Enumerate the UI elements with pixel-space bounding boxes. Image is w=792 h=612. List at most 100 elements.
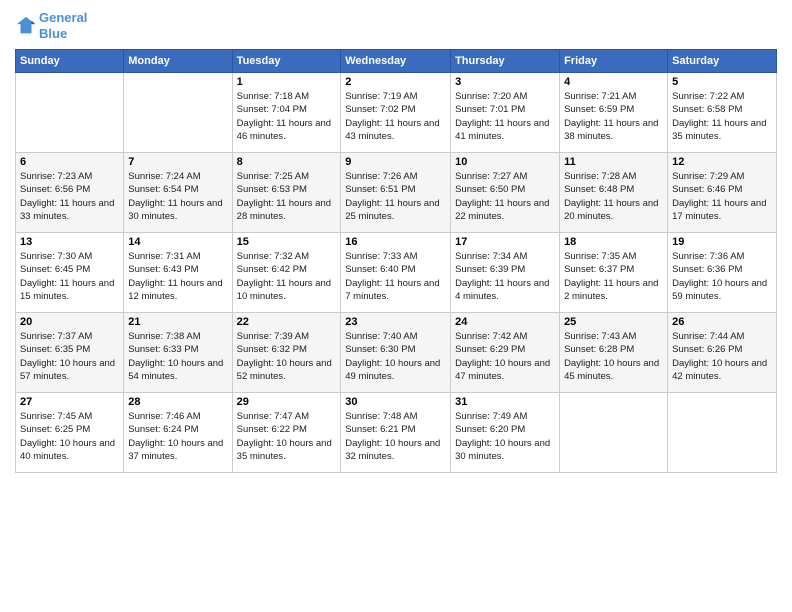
day-number: 2 [345,76,446,88]
day-number: 10 [455,156,555,168]
day-number: 25 [564,316,663,328]
day-number: 17 [455,236,555,248]
calendar-cell: 5 Sunrise: 7:22 AM Sunset: 6:58 PM Daylig… [668,73,777,153]
day-number: 5 [672,76,772,88]
calendar-cell: 11 Sunrise: 7:28 AM Sunset: 6:48 PM Dayli… [560,153,668,233]
day-number: 29 [237,396,337,408]
weekday-header: Friday [560,50,668,73]
calendar-cell: 27 Sunrise: 7:45 AM Sunset: 6:25 PM Dayli… [16,393,124,473]
day-info: Sunrise: 7:34 AM Sunset: 6:39 PM Dayligh… [455,250,555,303]
day-info: Sunrise: 7:40 AM Sunset: 6:30 PM Dayligh… [345,330,446,383]
day-number: 9 [345,156,446,168]
day-info: Sunrise: 7:44 AM Sunset: 6:26 PM Dayligh… [672,330,772,383]
day-number: 28 [128,396,227,408]
day-info: Sunrise: 7:28 AM Sunset: 6:48 PM Dayligh… [564,170,663,223]
calendar-cell [560,393,668,473]
day-info: Sunrise: 7:45 AM Sunset: 6:25 PM Dayligh… [20,410,119,463]
calendar-week-row: 20 Sunrise: 7:37 AM Sunset: 6:35 PM Dayli… [16,313,777,393]
day-info: Sunrise: 7:23 AM Sunset: 6:56 PM Dayligh… [20,170,119,223]
day-number: 20 [20,316,119,328]
calendar-cell [16,73,124,153]
calendar-cell: 6 Sunrise: 7:23 AM Sunset: 6:56 PM Daylig… [16,153,124,233]
day-info: Sunrise: 7:31 AM Sunset: 6:43 PM Dayligh… [128,250,227,303]
day-info: Sunrise: 7:47 AM Sunset: 6:22 PM Dayligh… [237,410,337,463]
header: General Blue [15,10,777,41]
day-info: Sunrise: 7:32 AM Sunset: 6:42 PM Dayligh… [237,250,337,303]
calendar-cell: 23 Sunrise: 7:40 AM Sunset: 6:30 PM Dayli… [341,313,451,393]
day-number: 21 [128,316,227,328]
day-info: Sunrise: 7:27 AM Sunset: 6:50 PM Dayligh… [455,170,555,223]
day-info: Sunrise: 7:38 AM Sunset: 6:33 PM Dayligh… [128,330,227,383]
day-number: 18 [564,236,663,248]
logo: General Blue [15,10,87,41]
day-info: Sunrise: 7:49 AM Sunset: 6:20 PM Dayligh… [455,410,555,463]
day-number: 13 [20,236,119,248]
calendar-cell: 7 Sunrise: 7:24 AM Sunset: 6:54 PM Daylig… [124,153,232,233]
day-number: 24 [455,316,555,328]
calendar-week-row: 13 Sunrise: 7:30 AM Sunset: 6:45 PM Dayli… [16,233,777,313]
calendar-table: SundayMondayTuesdayWednesdayThursdayFrid… [15,49,777,473]
calendar-cell: 19Sunrise: 7:36 AM Sunset: 6:36 PM Dayli… [668,233,777,313]
calendar-cell: 10 Sunrise: 7:27 AM Sunset: 6:50 PM Dayli… [451,153,560,233]
day-number: 11 [564,156,663,168]
calendar-cell: 31Sunrise: 7:49 AM Sunset: 6:20 PM Dayli… [451,393,560,473]
day-number: 23 [345,316,446,328]
calendar-cell: 24 Sunrise: 7:42 AM Sunset: 6:29 PM Dayli… [451,313,560,393]
day-info: Sunrise: 7:18 AM Sunset: 7:04 PM Dayligh… [237,90,337,143]
day-number: 16 [345,236,446,248]
day-number: 27 [20,396,119,408]
day-info: Sunrise: 7:24 AM Sunset: 6:54 PM Dayligh… [128,170,227,223]
day-info: Sunrise: 7:35 AM Sunset: 6:37 PM Dayligh… [564,250,663,303]
calendar-cell: 29 Sunrise: 7:47 AM Sunset: 6:22 PM Dayli… [232,393,341,473]
day-info: Sunrise: 7:22 AM Sunset: 6:58 PM Dayligh… [672,90,772,143]
day-number: 22 [237,316,337,328]
day-info: Sunrise: 7:42 AM Sunset: 6:29 PM Dayligh… [455,330,555,383]
day-number: 15 [237,236,337,248]
page: General Blue SundayMondayTuesdayWednesda… [0,0,792,612]
day-number: 30 [345,396,446,408]
calendar-week-row: 6 Sunrise: 7:23 AM Sunset: 6:56 PM Daylig… [16,153,777,233]
day-number: 12 [672,156,772,168]
logo-text: General Blue [39,10,87,41]
day-info: Sunrise: 7:26 AM Sunset: 6:51 PM Dayligh… [345,170,446,223]
calendar-cell: 26 Sunrise: 7:44 AM Sunset: 6:26 PM Dayli… [668,313,777,393]
weekday-header: Saturday [668,50,777,73]
logo-icon [15,15,37,37]
day-number: 7 [128,156,227,168]
calendar-week-row: 27 Sunrise: 7:45 AM Sunset: 6:25 PM Dayli… [16,393,777,473]
day-info: Sunrise: 7:30 AM Sunset: 6:45 PM Dayligh… [20,250,119,303]
calendar-cell: 17 Sunrise: 7:34 AM Sunset: 6:39 PM Dayli… [451,233,560,313]
weekday-header: Tuesday [232,50,341,73]
calendar-cell: 30 Sunrise: 7:48 AM Sunset: 6:21 PM Dayli… [341,393,451,473]
weekday-header: Sunday [16,50,124,73]
calendar-cell: 18 Sunrise: 7:35 AM Sunset: 6:37 PM Dayli… [560,233,668,313]
day-number: 4 [564,76,663,88]
calendar-cell: 4Sunrise: 7:21 AM Sunset: 6:59 PM Daylig… [560,73,668,153]
day-number: 26 [672,316,772,328]
calendar-cell: 2Sunrise: 7:19 AM Sunset: 7:02 PM Daylig… [341,73,451,153]
calendar-cell: 16 Sunrise: 7:33 AM Sunset: 6:40 PM Dayli… [341,233,451,313]
calendar-cell: 14 Sunrise: 7:31 AM Sunset: 6:43 PM Dayli… [124,233,232,313]
calendar-cell: 15 Sunrise: 7:32 AM Sunset: 6:42 PM Dayli… [232,233,341,313]
day-info: Sunrise: 7:48 AM Sunset: 6:21 PM Dayligh… [345,410,446,463]
calendar-cell: 13 Sunrise: 7:30 AM Sunset: 6:45 PM Dayli… [16,233,124,313]
day-info: Sunrise: 7:33 AM Sunset: 6:40 PM Dayligh… [345,250,446,303]
day-info: Sunrise: 7:37 AM Sunset: 6:35 PM Dayligh… [20,330,119,383]
calendar-cell: 12 Sunrise: 7:29 AM Sunset: 6:46 PM Dayli… [668,153,777,233]
day-number: 8 [237,156,337,168]
weekday-header: Monday [124,50,232,73]
day-info: Sunrise: 7:46 AM Sunset: 6:24 PM Dayligh… [128,410,227,463]
calendar-cell: 9 Sunrise: 7:26 AM Sunset: 6:51 PM Daylig… [341,153,451,233]
calendar-cell: 28 Sunrise: 7:46 AM Sunset: 6:24 PM Dayli… [124,393,232,473]
day-number: 3 [455,76,555,88]
day-number: 1 [237,76,337,88]
day-number: 14 [128,236,227,248]
calendar-cell: 3Sunrise: 7:20 AM Sunset: 7:01 PM Daylig… [451,73,560,153]
calendar-cell: 21 Sunrise: 7:38 AM Sunset: 6:33 PM Dayli… [124,313,232,393]
day-info: Sunrise: 7:29 AM Sunset: 6:46 PM Dayligh… [672,170,772,223]
weekday-header: Thursday [451,50,560,73]
day-number: 6 [20,156,119,168]
calendar-cell [668,393,777,473]
day-info: Sunrise: 7:39 AM Sunset: 6:32 PM Dayligh… [237,330,337,383]
calendar-cell [124,73,232,153]
